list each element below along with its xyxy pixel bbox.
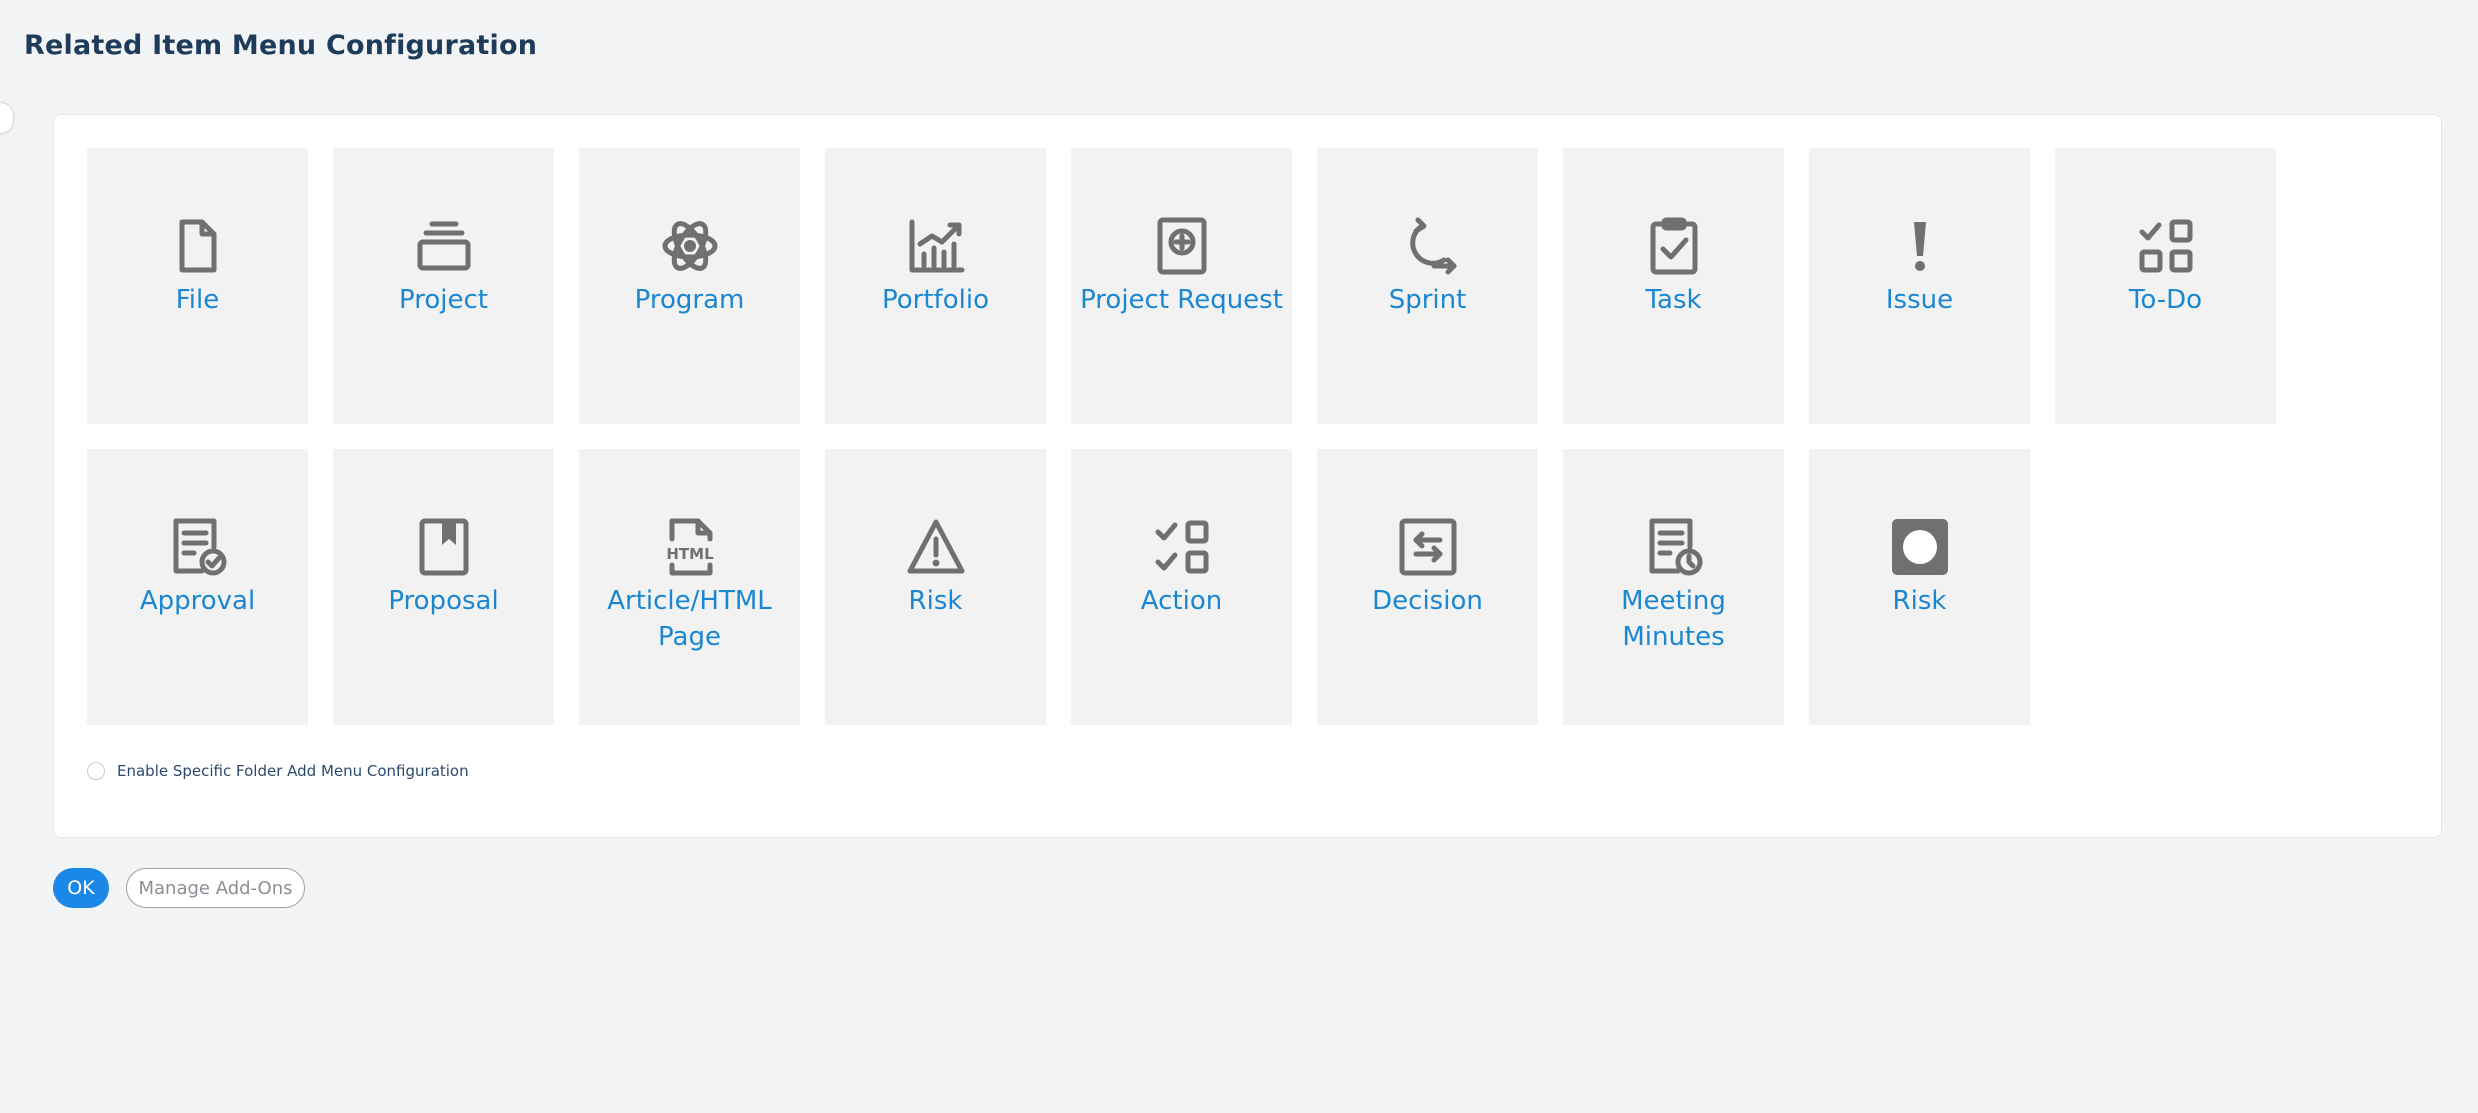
- tile-program[interactable]: Program: [579, 148, 800, 424]
- enable-folder-option[interactable]: Enable Specific Folder Add Menu Configur…: [87, 762, 469, 780]
- tile-article-html-page[interactable]: HTML Article/HTML Page: [579, 449, 800, 725]
- decision-arrows-icon: [1399, 518, 1456, 576]
- tile-label: Project: [399, 285, 488, 315]
- tile-action[interactable]: Action: [1071, 449, 1292, 725]
- tile-task[interactable]: Task: [1563, 148, 1784, 424]
- tile-label: Proposal: [388, 586, 499, 616]
- ok-button[interactable]: OK: [53, 868, 109, 908]
- manage-addons-button[interactable]: Manage Add-Ons: [126, 868, 305, 908]
- tile-approval[interactable]: Approval: [87, 449, 308, 725]
- page-title: Related Item Menu Configuration: [24, 30, 538, 61]
- tile-label: Meeting Minutes: [1621, 586, 1726, 652]
- project-stack-icon: [417, 221, 470, 271]
- tile-label: Portfolio: [882, 285, 989, 315]
- atom-icon: [662, 221, 717, 271]
- tile-risk[interactable]: Risk: [825, 449, 1046, 725]
- meeting-doc-clock-icon: [1649, 518, 1702, 576]
- tile-issue[interactable]: Issue: [1809, 148, 2030, 424]
- todo-grid-icon: [2139, 219, 2192, 273]
- tile-meeting-minutes[interactable]: Meeting Minutes: [1563, 449, 1784, 725]
- menu-config-panel: File Project Program Portfolio Project R…: [53, 114, 2442, 838]
- warning-triangle-icon: [907, 519, 964, 574]
- tile-file[interactable]: File: [87, 148, 308, 424]
- tile-label: Project Request: [1080, 285, 1283, 315]
- approval-doc-icon: [173, 518, 226, 576]
- tile-risk-2[interactable]: Risk: [1809, 449, 2030, 725]
- bookmark-book-icon: [419, 518, 468, 576]
- request-plus-icon: [1157, 217, 1206, 275]
- tile-portfolio[interactable]: Portfolio: [825, 148, 1046, 424]
- tile-label: Decision: [1372, 586, 1483, 616]
- tile-to-do[interactable]: To-Do: [2055, 148, 2276, 424]
- sprint-cycle-icon: [1409, 217, 1456, 275]
- file-icon: [179, 219, 216, 273]
- tile-decision[interactable]: Decision: [1317, 449, 1538, 725]
- tile-label: File: [175, 285, 220, 315]
- tile-label: To-Do: [2128, 285, 2203, 315]
- chart-trend-icon: [909, 219, 964, 273]
- tile-label: Sprint: [1388, 285, 1467, 315]
- exclamation-icon: [1913, 222, 1926, 271]
- tile-project-request[interactable]: Project Request: [1071, 148, 1292, 424]
- tile-label: Approval: [139, 586, 256, 616]
- tile-project[interactable]: Project: [333, 148, 554, 424]
- checklist-icon: [1155, 520, 1208, 574]
- enable-folder-radio[interactable]: [87, 762, 105, 780]
- tile-label: Risk: [1892, 586, 1947, 616]
- enable-folder-label: Enable Specific Folder Add Menu Configur…: [117, 762, 469, 780]
- tile-sprint[interactable]: Sprint: [1317, 148, 1538, 424]
- sidebar-collapse-handle[interactable]: [0, 102, 14, 134]
- html-file-icon: HTML: [666, 518, 714, 576]
- tile-label: Article/HTML Page: [607, 586, 772, 652]
- tile-label: Program: [634, 285, 745, 315]
- svg-text:HTML: HTML: [666, 545, 714, 563]
- tile-label: Task: [1645, 285, 1702, 315]
- clipboard-check-icon: [1650, 217, 1697, 275]
- risk-circle-icon: [1891, 519, 1948, 575]
- tile-label: Issue: [1885, 285, 1954, 315]
- tile-label: Action: [1140, 586, 1223, 616]
- tile-label: Risk: [908, 586, 963, 616]
- tile-proposal[interactable]: Proposal: [333, 449, 554, 725]
